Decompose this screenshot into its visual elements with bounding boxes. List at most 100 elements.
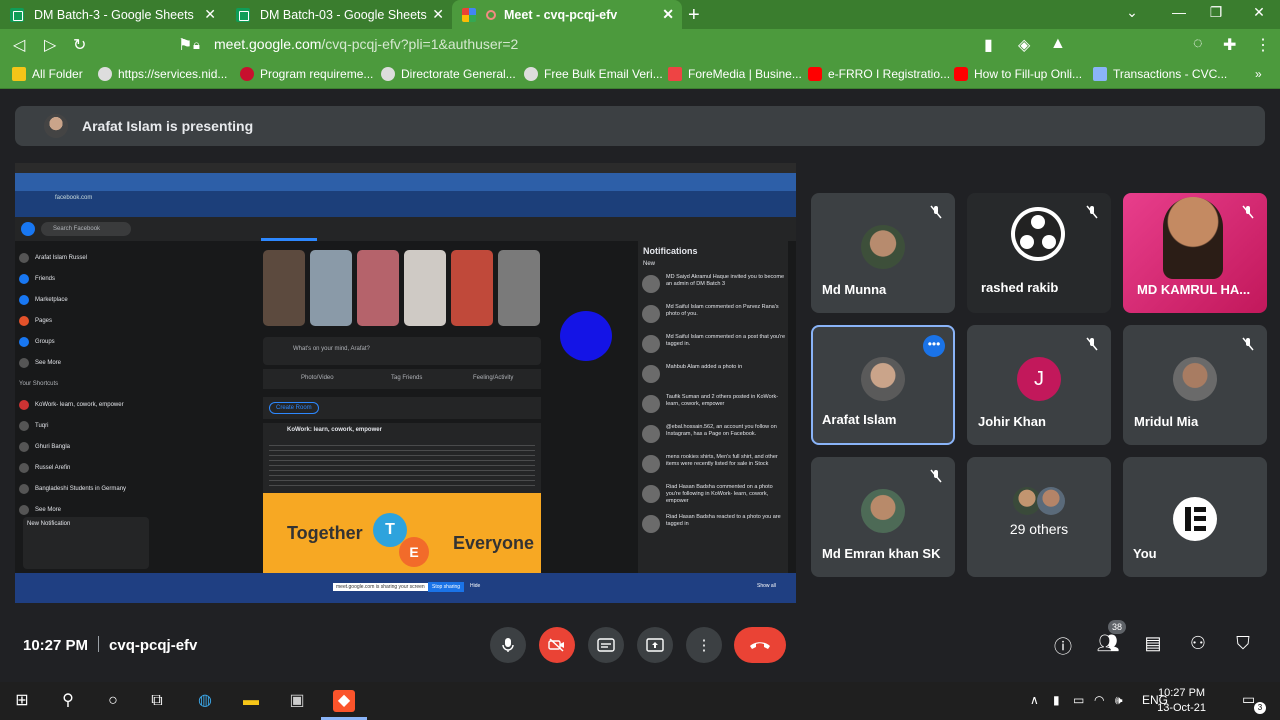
- brave-browser-icon[interactable]: ◆: [333, 690, 355, 712]
- post-actions: Photo/Video Tag Friends Feeling/Activity: [263, 369, 541, 389]
- notifications-panel: Notifications New MD Saiyd Akramul Haque…: [638, 241, 788, 573]
- close-tab-icon[interactable]: ✕: [204, 6, 216, 23]
- notification-count-badge: 3: [1254, 702, 1266, 714]
- search-icon[interactable]: ⚲: [57, 690, 79, 712]
- presenter-cursor-highlight: [560, 311, 612, 361]
- close-tab-icon[interactable]: ✕: [432, 6, 444, 23]
- windows-start-icon[interactable]: ⊞: [11, 690, 33, 712]
- others-tile[interactable]: 29 others: [967, 457, 1111, 577]
- bookmark-item[interactable]: Free Bulk Email Veri...: [524, 67, 663, 81]
- participant-tile-arafat[interactable]: ••• Arafat Islam: [811, 325, 955, 445]
- close-window-button[interactable]: ✕: [1249, 4, 1269, 21]
- mic-button[interactable]: [490, 627, 526, 663]
- more-bookmarks-icon[interactable]: »: [1255, 67, 1262, 81]
- tray-mic-icon[interactable]: ▮: [1053, 693, 1060, 707]
- notification-item: mens rookies shirts, Men's full shirt, a…: [638, 451, 788, 481]
- mic-icon: [502, 638, 514, 652]
- network-icon[interactable]: ▭: [1073, 693, 1084, 707]
- close-tab-icon[interactable]: ✕: [662, 6, 674, 23]
- story-card: [451, 250, 493, 326]
- participant-tile[interactable]: Md Emran khan SK: [811, 457, 955, 577]
- extension-icon[interactable]: ◌: [1193, 35, 1203, 53]
- minimize-button[interactable]: —: [1169, 4, 1189, 20]
- brave-shield-icon[interactable]: ◈: [1018, 35, 1030, 55]
- participant-tile[interactable]: Mridul Mia: [1123, 325, 1267, 445]
- bookmark-item[interactable]: e-FRRO I Registratio...: [808, 67, 950, 81]
- shared-taskbar: [15, 163, 796, 173]
- folder-icon: [12, 67, 26, 81]
- tab-dm-batch-3[interactable]: DM Batch-3 - Google Sheets ✕: [0, 0, 224, 29]
- notification-item: Md Saiful Islam commented on Parvez Rana…: [638, 301, 788, 331]
- url-field[interactable]: meet.google.com/cvq-pcqj-efv?pli=1&authu…: [214, 36, 518, 52]
- puzzle-icon[interactable]: ✚: [1223, 35, 1236, 55]
- taskbar-clock[interactable]: 10:27 PM 13-Oct-21: [1157, 686, 1206, 716]
- participant-tile[interactable]: Md Munna: [811, 193, 955, 313]
- camera-off-button[interactable]: [539, 627, 575, 663]
- mic-off-icon: [1085, 337, 1099, 351]
- participant-tile[interactable]: MD KAMRUL HA...: [1123, 193, 1267, 313]
- participant-tile[interactable]: rashed rakib: [967, 193, 1111, 313]
- self-tile[interactable]: You: [1123, 457, 1267, 577]
- back-icon[interactable]: ◁: [13, 35, 25, 55]
- globe-icon: [98, 67, 112, 81]
- bookmark-item[interactable]: https://services.nid...: [98, 67, 227, 81]
- new-tab-button[interactable]: +: [688, 4, 700, 27]
- participant-avatar: [1173, 357, 1217, 401]
- host-controls-icon[interactable]: ⛉: [1230, 633, 1256, 654]
- leave-call-button[interactable]: [734, 627, 786, 663]
- facebook-page: Search Facebook Arafat Islam Russel Frie…: [15, 217, 796, 573]
- camera-icon[interactable]: ▮: [984, 35, 993, 55]
- bookmark-item[interactable]: Program requireme...: [240, 67, 373, 81]
- bookmark-icon[interactable]: ⚑: [178, 35, 192, 55]
- bookmark-item[interactable]: ForeMedia | Busine...: [668, 67, 802, 81]
- notification-item: Riad Hasan Badsha reacted to a photo you…: [638, 511, 788, 541]
- wifi-icon[interactable]: ◠: [1094, 693, 1104, 707]
- edge-icon[interactable]: ◍: [194, 690, 216, 712]
- activities-icon[interactable]: ⚇: [1185, 633, 1211, 654]
- windows-taskbar: ⊞ ⚲ ○ ⧉ ◍ ▬ ▣ ◆ ∧ ▮ ▭ ◠ 🕪︎ ENG 10:27 PM …: [0, 682, 1280, 720]
- rooms-bar: Create Room: [263, 397, 541, 419]
- participant-tile[interactable]: J Johir Khan: [967, 325, 1111, 445]
- bookmark-item[interactable]: Transactions - CVC...: [1093, 67, 1227, 81]
- mic-off-icon: [929, 205, 943, 219]
- maximize-button[interactable]: ❐: [1206, 4, 1226, 21]
- file-explorer-icon[interactable]: ▬: [240, 690, 262, 712]
- bookmark-all-folder[interactable]: All Folder: [12, 67, 83, 81]
- cortana-icon[interactable]: ○: [102, 690, 124, 712]
- task-view-icon[interactable]: ⧉: [146, 690, 168, 712]
- menu-icon[interactable]: ⋮: [1255, 35, 1271, 55]
- chat-icon[interactable]: ▤: [1140, 633, 1166, 654]
- tab-search-icon[interactable]: ⌄: [1122, 4, 1142, 21]
- new-notification-popup: New Notification: [23, 517, 149, 569]
- bookmark-item[interactable]: Directorate General...: [381, 67, 516, 81]
- mic-off-icon: [929, 469, 943, 483]
- tab-meet[interactable]: Meet - cvq-pcqj-efv ✕: [452, 0, 682, 29]
- presenter-avatar: [44, 114, 68, 138]
- more-options-icon[interactable]: •••: [923, 335, 945, 357]
- rewards-icon[interactable]: ▲: [1050, 35, 1066, 53]
- shared-browser-tabs: [15, 173, 796, 191]
- captions-button[interactable]: [588, 627, 624, 663]
- more-options-button[interactable]: ⋮: [686, 627, 722, 663]
- post-banner: Together T E Everyone: [263, 493, 541, 573]
- shared-url-bar: facebook.com: [15, 191, 796, 205]
- volume-icon[interactable]: 🕪︎: [1115, 693, 1123, 708]
- notification-item: Riad Hasan Badsha commented on a photo y…: [638, 481, 788, 511]
- notification-item: MD Saiyd Akramul Haque invited you to be…: [638, 271, 788, 301]
- forward-icon[interactable]: ▷: [44, 35, 56, 55]
- lock-icon: 🔒︎: [193, 37, 200, 52]
- participant-avatar: [1037, 487, 1065, 515]
- tab-dm-batch-03[interactable]: DM Batch-03 - Google Sheets ✕: [226, 0, 452, 29]
- present-button[interactable]: [637, 627, 673, 663]
- reload-icon[interactable]: ↻: [73, 35, 86, 55]
- bookmark-item[interactable]: How to Fill-up Onli...: [954, 67, 1082, 81]
- meeting-details-icon[interactable]: ⓘ: [1050, 633, 1076, 659]
- mic-off-icon: [1241, 337, 1255, 351]
- mic-off-icon: [1241, 205, 1255, 219]
- tray-overflow-icon[interactable]: ∧: [1030, 693, 1039, 707]
- participant-avatar: [861, 225, 905, 269]
- store-icon[interactable]: ▣: [286, 690, 308, 712]
- people-icon[interactable]: 👥︎: [1095, 633, 1121, 654]
- shared-bookmarks: [15, 205, 796, 217]
- story-card: [263, 250, 305, 326]
